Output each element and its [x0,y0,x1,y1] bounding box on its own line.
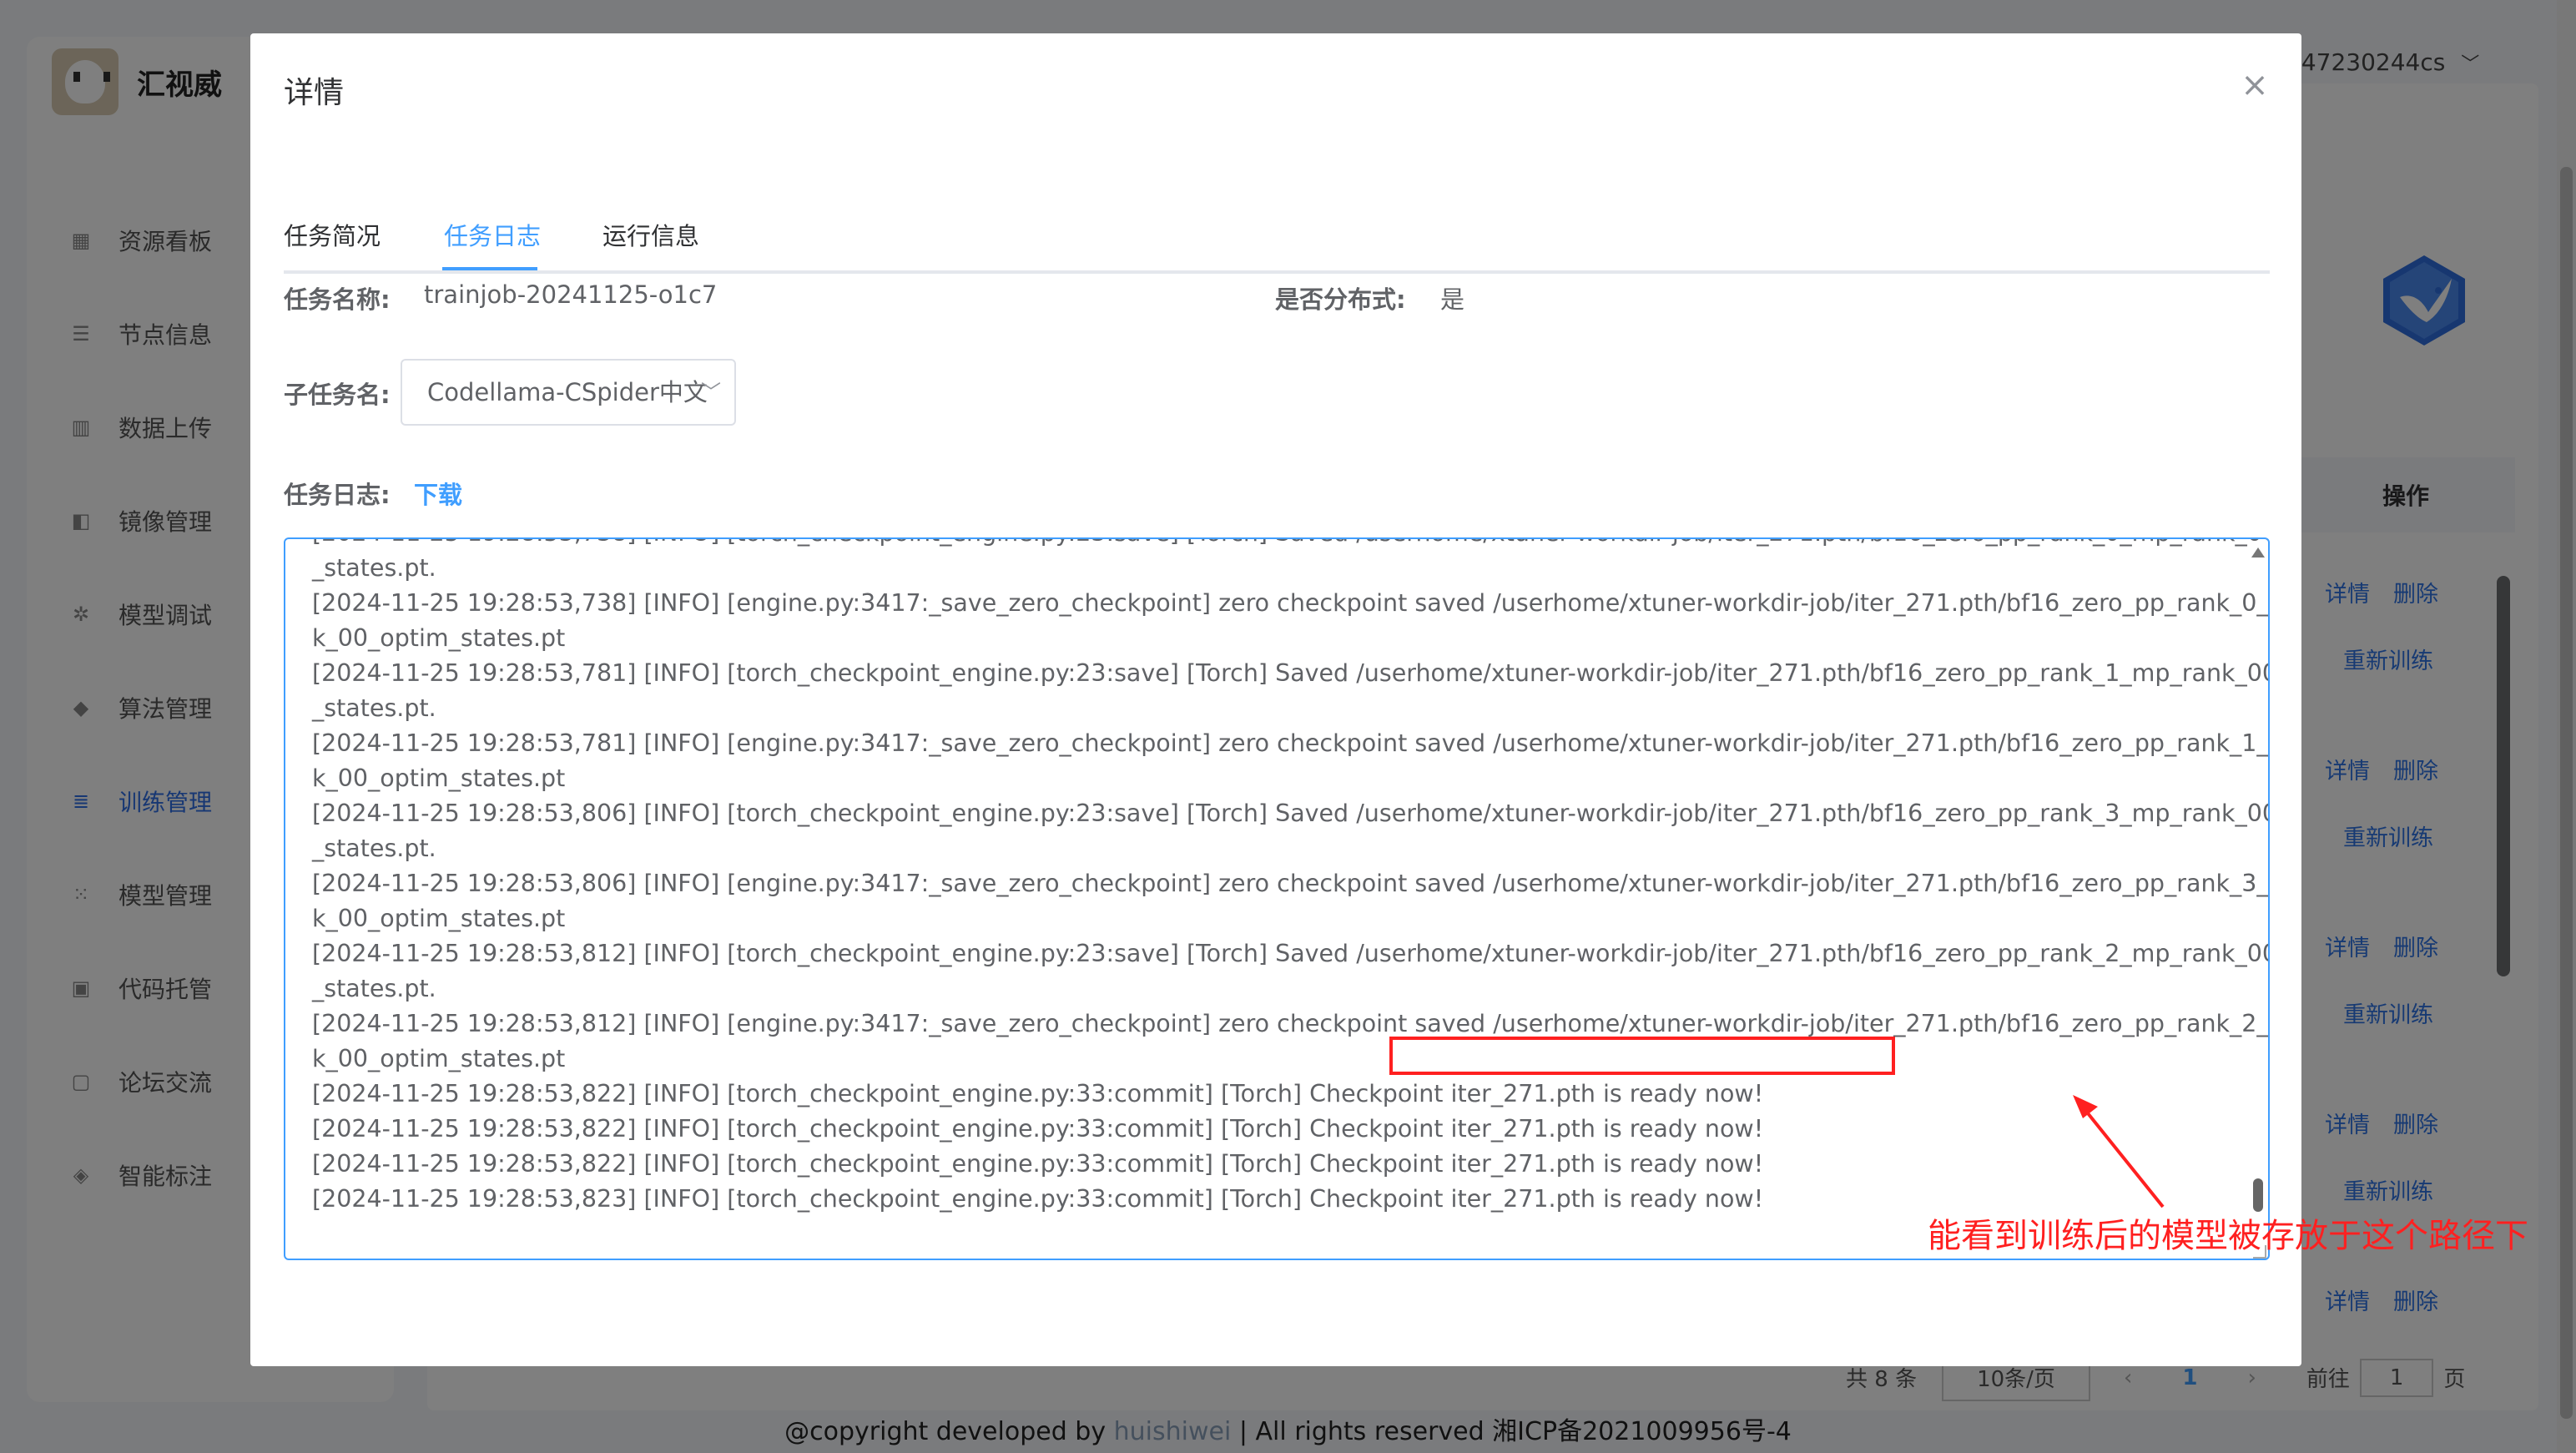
log-line: [2024-11-25 19:28:53,738] [INFO] [engine… [312,589,2270,617]
log-line: [2024-11-25 19:28:53,812] [INFO] [engine… [312,1010,2270,1037]
subtask-select-value: Codellama-CSpider中文 [427,378,708,406]
log-line: _states.pt. [312,975,436,1002]
tab-log[interactable]: 任务日志 [444,217,541,252]
tab-summary[interactable]: 任务简况 [284,217,381,252]
log-line: [2024-11-25 19:28:53,806] [INFO] [engine… [312,870,2270,897]
close-icon[interactable]: × [2235,65,2275,105]
task-name-value: trainjob-20241125-o1c7 [424,280,718,309]
log-line: k_00_optim_states.pt [312,624,566,652]
log-line: [2024-11-25 19:28:53,781] [INFO] [torch_… [312,659,2270,687]
download-link[interactable]: 下载 [414,476,462,511]
subtask-select[interactable]: Codellama-CSpider中文 ﹀ [401,359,736,426]
log-line: _states.pt. [312,694,436,722]
log-line: _states.pt. [312,835,436,862]
distributed-label: 是否分布式: [1275,285,1406,314]
log-line: k_00_optim_states.pt [312,905,566,932]
log-line: [2024-11-25 19:28:53,781] [INFO] [engine… [312,729,2270,757]
tab-run-info[interactable]: 运行信息 [602,217,699,252]
chevron-down-icon: ﹀ [701,381,721,404]
subtask-label: 子任务名: [284,381,391,409]
path-highlight-box [1389,1037,1895,1075]
task-name-label: 任务名称: [284,285,391,314]
log-line: [2024-11-25 19:28:53,822] [INFO] [torch_… [312,1115,1764,1143]
log-line: _states.pt. [312,554,436,582]
annotation-text: 能看到训练后的模型被存放于这个路径下 [1928,1217,2528,1255]
log-label: 任务日志: [284,481,391,509]
log-scrollbar-thumb[interactable] [2253,1178,2263,1212]
tab-bar: 任务简况 任务日志 运行信息 [284,194,2270,274]
distributed-value: 是 [1440,285,1465,314]
log-line: [2024-11-25 19:28:53,822] [INFO] [torch_… [312,1080,1764,1107]
log-textarea[interactable]: [2024-11-25 19:28:53,738] [INFO] [torch_… [284,537,2270,1260]
scroll-up-arrow-icon[interactable] [2251,547,2265,557]
active-tab-indicator [442,267,537,270]
log-line: k_00_optim_states.pt [312,1045,566,1072]
annotation-arrow-icon [2073,1095,2165,1208]
detail-dialog: 详情 × 任务简况 任务日志 运行信息 任务名称: trainjob-20241… [250,33,2528,1366]
dialog-title: 详情 [284,76,345,110]
log-line: k_00_optim_states.pt [312,764,566,792]
log-line: [2024-11-25 19:28:53,738] [INFO] [torch_… [312,539,2268,551]
log-line: [2024-11-25 19:28:53,812] [INFO] [torch_… [312,940,2270,967]
log-content: [2024-11-25 19:28:53,738] [INFO] [torch_… [312,539,2270,1217]
log-line: [2024-11-25 19:28:53,806] [INFO] [torch_… [312,800,2270,827]
log-line: [2024-11-25 19:28:53,822] [INFO] [torch_… [312,1150,1764,1178]
log-scrollbar[interactable] [2250,547,2266,1249]
